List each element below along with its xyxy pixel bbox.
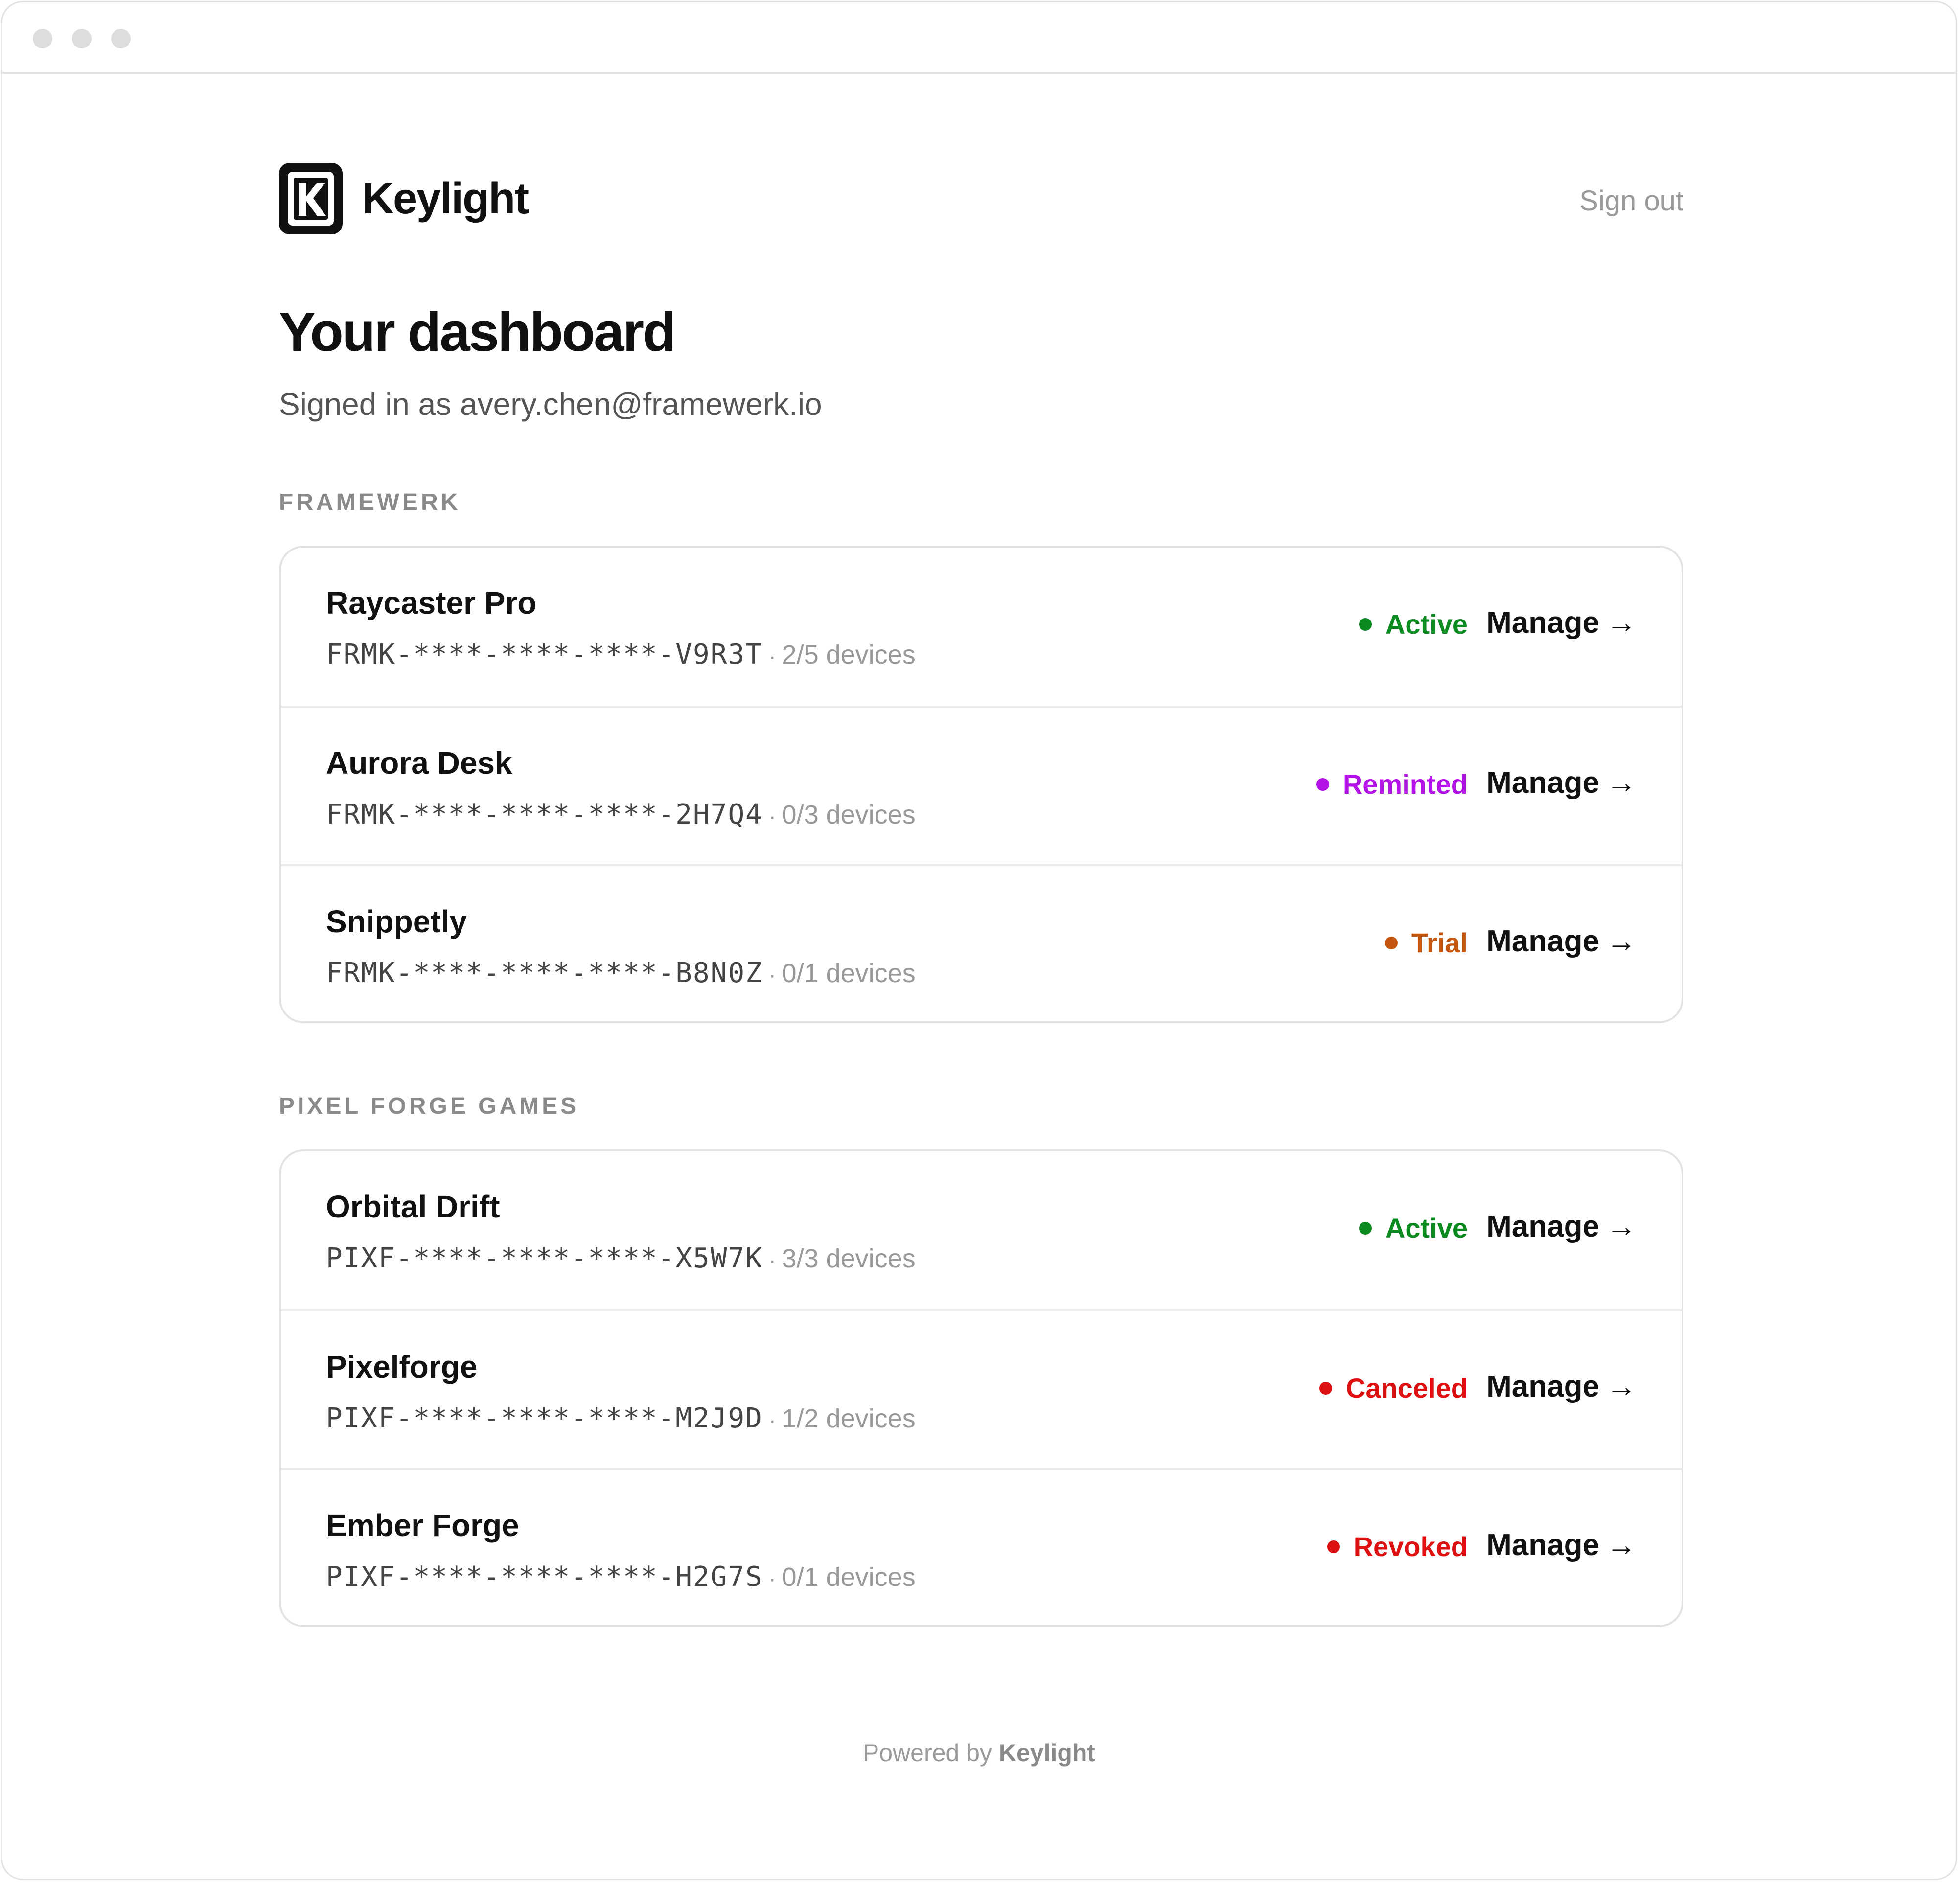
license-key: PIXF-****-****-****-H2G7S (326, 1561, 763, 1593)
device-count: 0/1 devices (782, 959, 916, 988)
sign-out-link[interactable]: Sign out (1579, 184, 1683, 217)
manage-label: Manage (1486, 1370, 1599, 1403)
product-name: Aurora Desk (326, 745, 512, 781)
window-zoom-dot[interactable] (111, 29, 131, 48)
status-label: Revoked (1353, 1531, 1468, 1562)
manage-button[interactable]: Manage → (1486, 1528, 1637, 1562)
brand-name: Keylight (362, 174, 529, 223)
window-close-dot[interactable] (33, 29, 52, 48)
manage-label: Manage (1486, 924, 1599, 958)
page-title: Your dashboard (279, 301, 676, 363)
meta-separator: · (768, 644, 776, 668)
manage-label: Manage (1486, 1210, 1599, 1243)
manage-button[interactable]: Manage → (1486, 1369, 1637, 1404)
manage-button[interactable]: Manage → (1486, 1209, 1637, 1244)
license-meta: FRMK-****-****-****-V9R3T · 2/5 devices (326, 639, 916, 670)
product-name: Snippetly (326, 904, 467, 939)
window-minimize-dot[interactable] (72, 29, 92, 48)
license-meta: FRMK-****-****-****-B8N0Z · 0/1 devices (326, 957, 916, 989)
window-titlebar (2, 2, 1956, 74)
product-name: Orbital Drift (326, 1189, 500, 1224)
meta-separator: · (768, 804, 776, 828)
license-row: Snippetly FRMK-****-****-****-B8N0Z · 0/1 d… (281, 864, 1682, 1021)
status-label: Active (1385, 609, 1468, 640)
arrow-right-icon: → (1606, 766, 1637, 800)
meta-separator: · (768, 1408, 776, 1432)
license-meta: PIXF-****-****-****-X5W7K · 3/3 devices (326, 1242, 916, 1274)
manage-label: Manage (1486, 766, 1599, 800)
arrow-right-icon: → (1606, 1210, 1637, 1243)
status-badge: Active (1359, 608, 1468, 640)
license-key: FRMK-****-****-****-B8N0Z (326, 957, 763, 989)
meta-separator: · (768, 1248, 776, 1272)
manage-button[interactable]: Manage → (1486, 924, 1637, 959)
status-label: Canceled (1346, 1373, 1468, 1403)
signed-in-text: Signed in as avery.chen@framewerk.io (279, 387, 822, 422)
status-dot-icon (1319, 1381, 1332, 1395)
device-count: 0/1 devices (782, 1562, 916, 1592)
meta-separator: · (768, 963, 776, 987)
keylight-logo-icon (279, 163, 343, 234)
status-dot-icon (1359, 618, 1372, 631)
license-key: FRMK-****-****-****-2H7Q4 (326, 799, 763, 830)
status-badge: Canceled (1319, 1372, 1468, 1404)
license-key: PIXF-****-****-****-M2J9D (326, 1402, 763, 1434)
license-meta: PIXF-****-****-****-H2G7S · 0/1 devices (326, 1561, 916, 1593)
browser-window: Keylight Sign out Your dashboard Signed … (1, 1, 1957, 1880)
group-label: PIXEL FORGE GAMES (279, 1093, 579, 1119)
status-label: Active (1385, 1213, 1468, 1243)
status-badge: Active (1359, 1212, 1468, 1244)
device-count: 3/3 devices (782, 1244, 916, 1273)
device-count: 1/2 devices (782, 1404, 916, 1433)
license-row: Ember Forge PIXF-****-****-****-H2G7S · 0/1… (281, 1468, 1682, 1625)
status-dot-icon (1327, 1540, 1340, 1553)
license-key: FRMK-****-****-****-V9R3T (326, 639, 763, 670)
status-badge: Trial (1384, 927, 1468, 959)
manage-button[interactable]: Manage → (1486, 605, 1637, 640)
footer-prefix: Powered by (862, 1739, 992, 1767)
manage-label: Manage (1486, 1528, 1599, 1562)
manage-button[interactable]: Manage → (1486, 765, 1637, 800)
status-dot-icon (1384, 936, 1398, 949)
footer: Powered by Keylight (2, 1739, 1956, 1767)
footer-brand[interactable]: Keylight (999, 1739, 1095, 1767)
status-dot-icon (1359, 1221, 1372, 1235)
arrow-right-icon: → (1606, 1370, 1637, 1403)
brand[interactable]: Keylight (279, 163, 529, 234)
product-name: Raycaster Pro (326, 585, 537, 620)
status-label: Reminted (1342, 769, 1468, 800)
arrow-right-icon: → (1606, 924, 1637, 958)
status-label: Trial (1411, 927, 1468, 958)
license-card: Raycaster Pro FRMK-****-****-****-V9R3T · 2… (279, 546, 1683, 1023)
license-row: Pixelforge PIXF-****-****-****-M2J9D · 1/2 … (281, 1309, 1682, 1468)
license-row: Raycaster Pro FRMK-****-****-****-V9R3T · 2… (281, 548, 1682, 706)
product-name: Pixelforge (326, 1349, 478, 1384)
license-row: Aurora Desk FRMK-****-****-****-2H7Q4 · 0/3… (281, 706, 1682, 864)
device-count: 2/5 devices (782, 640, 916, 669)
status-badge: Reminted (1316, 768, 1468, 800)
meta-separator: · (768, 1567, 776, 1591)
arrow-right-icon: → (1606, 606, 1637, 640)
manage-label: Manage (1486, 606, 1599, 640)
license-card: Orbital Drift PIXF-****-****-****-X5W7K · 3… (279, 1149, 1683, 1627)
license-meta: FRMK-****-****-****-2H7Q4 · 0/3 devices (326, 799, 916, 830)
group-label: FRAMEWERK (279, 489, 461, 515)
license-key: PIXF-****-****-****-X5W7K (326, 1242, 763, 1274)
arrow-right-icon: → (1606, 1528, 1637, 1562)
status-badge: Revoked (1327, 1531, 1468, 1562)
status-dot-icon (1316, 778, 1329, 791)
product-name: Ember Forge (326, 1508, 519, 1543)
license-meta: PIXF-****-****-****-M2J9D · 1/2 devices (326, 1402, 916, 1434)
device-count: 0/3 devices (782, 800, 916, 829)
license-row: Orbital Drift PIXF-****-****-****-X5W7K · 3… (281, 1151, 1682, 1309)
